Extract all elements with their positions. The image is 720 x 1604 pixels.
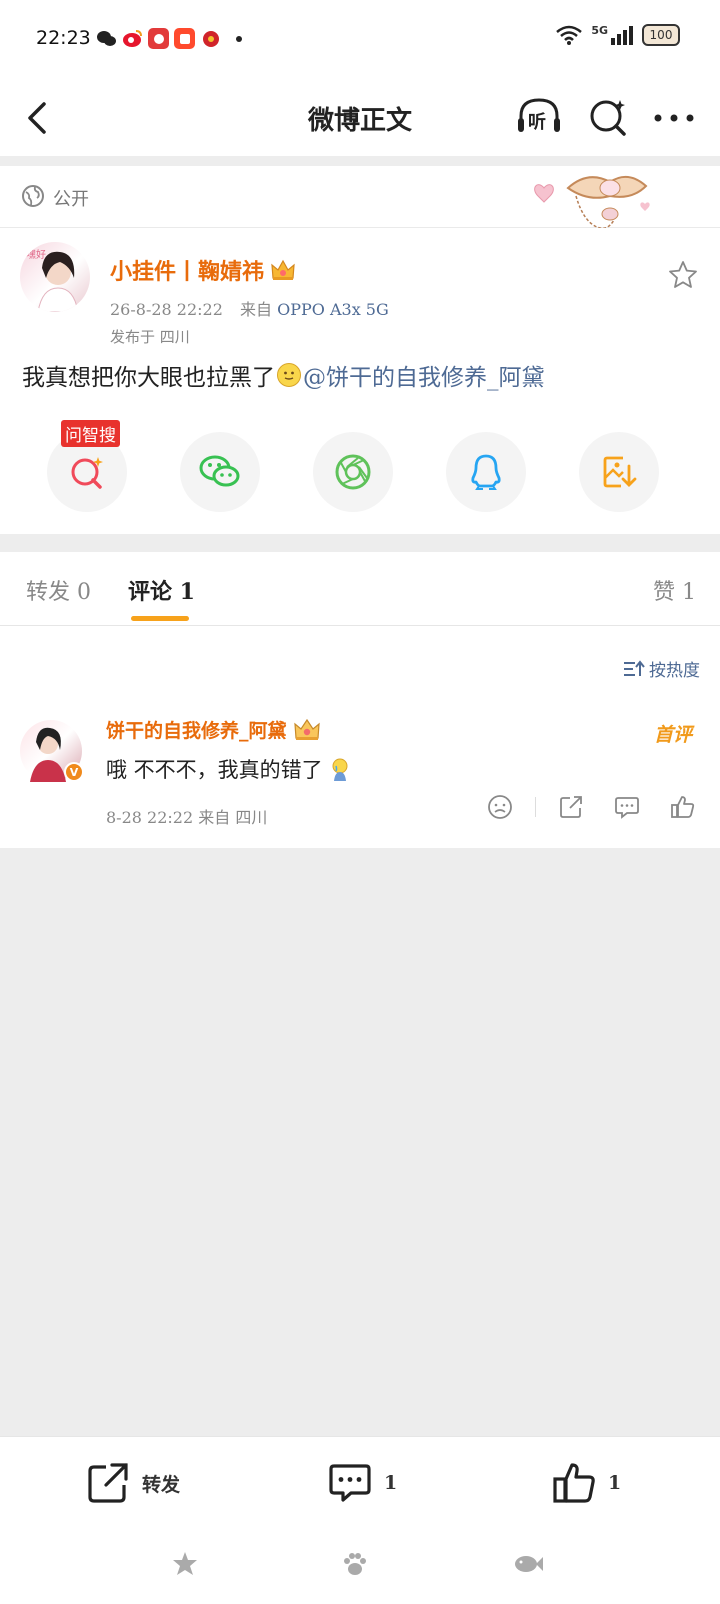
top-nav: 微博正文 听 <box>0 80 720 156</box>
bottom-action-bar: 转发 1 1 <box>0 1436 720 1604</box>
network-label: 5G <box>591 23 608 37</box>
post-location: 发布于 四川 <box>110 328 190 346</box>
action-divider <box>535 797 536 817</box>
repost-button[interactable]: 转发 <box>86 1461 180 1505</box>
post-content: 我真想把你大眼也拉黑了 @饼干的自我修养_阿黛 <box>22 358 545 392</box>
qq-icon <box>471 454 501 490</box>
moments-icon <box>335 454 371 490</box>
dislike-face-icon[interactable] <box>487 794 513 820</box>
gesture-nav-hints <box>0 1549 720 1589</box>
system-icons: 5G 100 <box>555 24 680 46</box>
wechat-icon <box>199 455 240 487</box>
post-source-device[interactable]: OPPO A3x 5G <box>277 300 389 319</box>
favorite-star-icon[interactable] <box>668 260 698 290</box>
share-row: 问智搜 <box>47 420 673 512</box>
share-qq-button[interactable] <box>446 432 526 512</box>
comment-text: 哦 不不不，我真的错了 <box>106 754 351 784</box>
ai-search-tag: 问智搜 <box>61 420 120 447</box>
weibo-notification-icon <box>122 28 143 49</box>
like-button[interactable]: 1 <box>552 1461 621 1505</box>
comment-actions <box>487 794 696 820</box>
like-count: 1 <box>608 1472 622 1494</box>
sort-icon <box>624 659 645 676</box>
status-time: 22:23 <box>36 27 91 49</box>
comment-like-icon[interactable] <box>670 794 696 820</box>
sort-toggle[interactable]: 按热度 <box>623 656 700 681</box>
signal-icon <box>611 26 633 45</box>
comment-reply-icon[interactable] <box>614 794 640 820</box>
more-notifications-dot <box>236 35 242 42</box>
crown-badge-icon <box>293 718 320 740</box>
tab-active-indicator <box>131 616 189 621</box>
post-source-prefix: 来自 <box>240 300 273 319</box>
star-nav-icon[interactable] <box>170 1549 200 1579</box>
smile-emoji-icon <box>277 363 301 387</box>
commenter-name[interactable]: 饼干的自我修养_阿黛 <box>106 716 321 743</box>
comment-share-icon[interactable] <box>558 794 584 820</box>
comment-icon <box>329 1464 371 1502</box>
commenter-name-text: 饼干的自我修养_阿黛 <box>106 720 287 742</box>
post-card: 嘿好 小挂件丨鞠婧祎 26-8-28 22:22 来自 OPPO A3x 5G … <box>0 228 720 534</box>
visibility-label: 公开 <box>53 189 89 210</box>
globe-icon <box>22 185 44 207</box>
author-name-text: 小挂件丨鞠婧祎 <box>110 259 265 285</box>
wifi-icon <box>556 25 583 45</box>
crown-badge-icon <box>271 259 295 280</box>
status-bar: 22:23 5G 100 <box>0 0 720 80</box>
repost-icon <box>88 1463 128 1503</box>
ai-search-icon[interactable] <box>588 96 628 138</box>
author-name[interactable]: 小挂件丨鞠婧祎 <box>110 254 296 286</box>
comment-meta: 8-28 22:22 来自 四川 <box>106 808 268 827</box>
ai-search-share-icon <box>71 457 103 489</box>
more-options-icon[interactable] <box>652 108 696 128</box>
tab-repost[interactable]: 转发 0 <box>26 574 91 606</box>
comments-section: 按热度 V 饼干的自我修养_阿黛 首评 哦 不不不，我真的错了 8-28 22:… <box>0 626 720 848</box>
comment-button[interactable]: 1 <box>328 1461 397 1505</box>
author-avatar[interactable]: 嘿好 <box>20 242 90 312</box>
post-mention-link[interactable]: @饼干的自我修养_阿黛 <box>303 358 545 392</box>
first-comment-badge: 首评 <box>653 724 692 746</box>
post-content-text: 我真想把你大眼也拉黑了 <box>22 365 275 391</box>
paw-nav-icon[interactable] <box>340 1549 370 1579</box>
post-tabs: 转发 0 评论 1 赞 1 <box>0 552 720 626</box>
tab-like[interactable]: 赞 1 <box>653 574 696 606</box>
shopping-notification-icon <box>174 28 195 49</box>
listen-button[interactable]: 听 <box>516 96 562 138</box>
bank-notification-icon <box>200 28 221 49</box>
post-meta: 26-8-28 22:22 来自 OPPO A3x 5G <box>110 296 389 320</box>
share-save-image-button[interactable] <box>579 432 659 512</box>
repost-label: 转发 <box>142 1473 181 1496</box>
battery-indicator: 100 <box>642 24 680 46</box>
save-image-icon <box>603 456 637 488</box>
crying-emoji-icon <box>332 758 348 781</box>
app-notification-icon <box>148 28 169 49</box>
listen-label: 听 <box>528 112 546 133</box>
comment-count: 1 <box>384 1472 398 1494</box>
comment-text-content: 哦 不不不，我真的错了 <box>106 758 323 782</box>
tab-comment[interactable]: 评论 1 <box>128 574 195 606</box>
wechat-notification-icon <box>96 28 117 49</box>
share-moments-button[interactable] <box>313 432 393 512</box>
visibility-row: 公开 <box>0 166 720 230</box>
verified-badge-icon: V <box>64 762 84 782</box>
fish-nav-icon[interactable] <box>512 1549 544 1579</box>
sort-label: 按热度 <box>649 661 700 681</box>
notification-icons <box>96 28 242 49</box>
post-timestamp: 26-8-28 22:22 <box>110 300 223 319</box>
like-icon <box>553 1463 595 1503</box>
svg-text:嘿好: 嘿好 <box>26 249 46 261</box>
share-wechat-button[interactable] <box>180 432 260 512</box>
share-ai-search-button[interactable]: 问智搜 <box>47 420 127 512</box>
